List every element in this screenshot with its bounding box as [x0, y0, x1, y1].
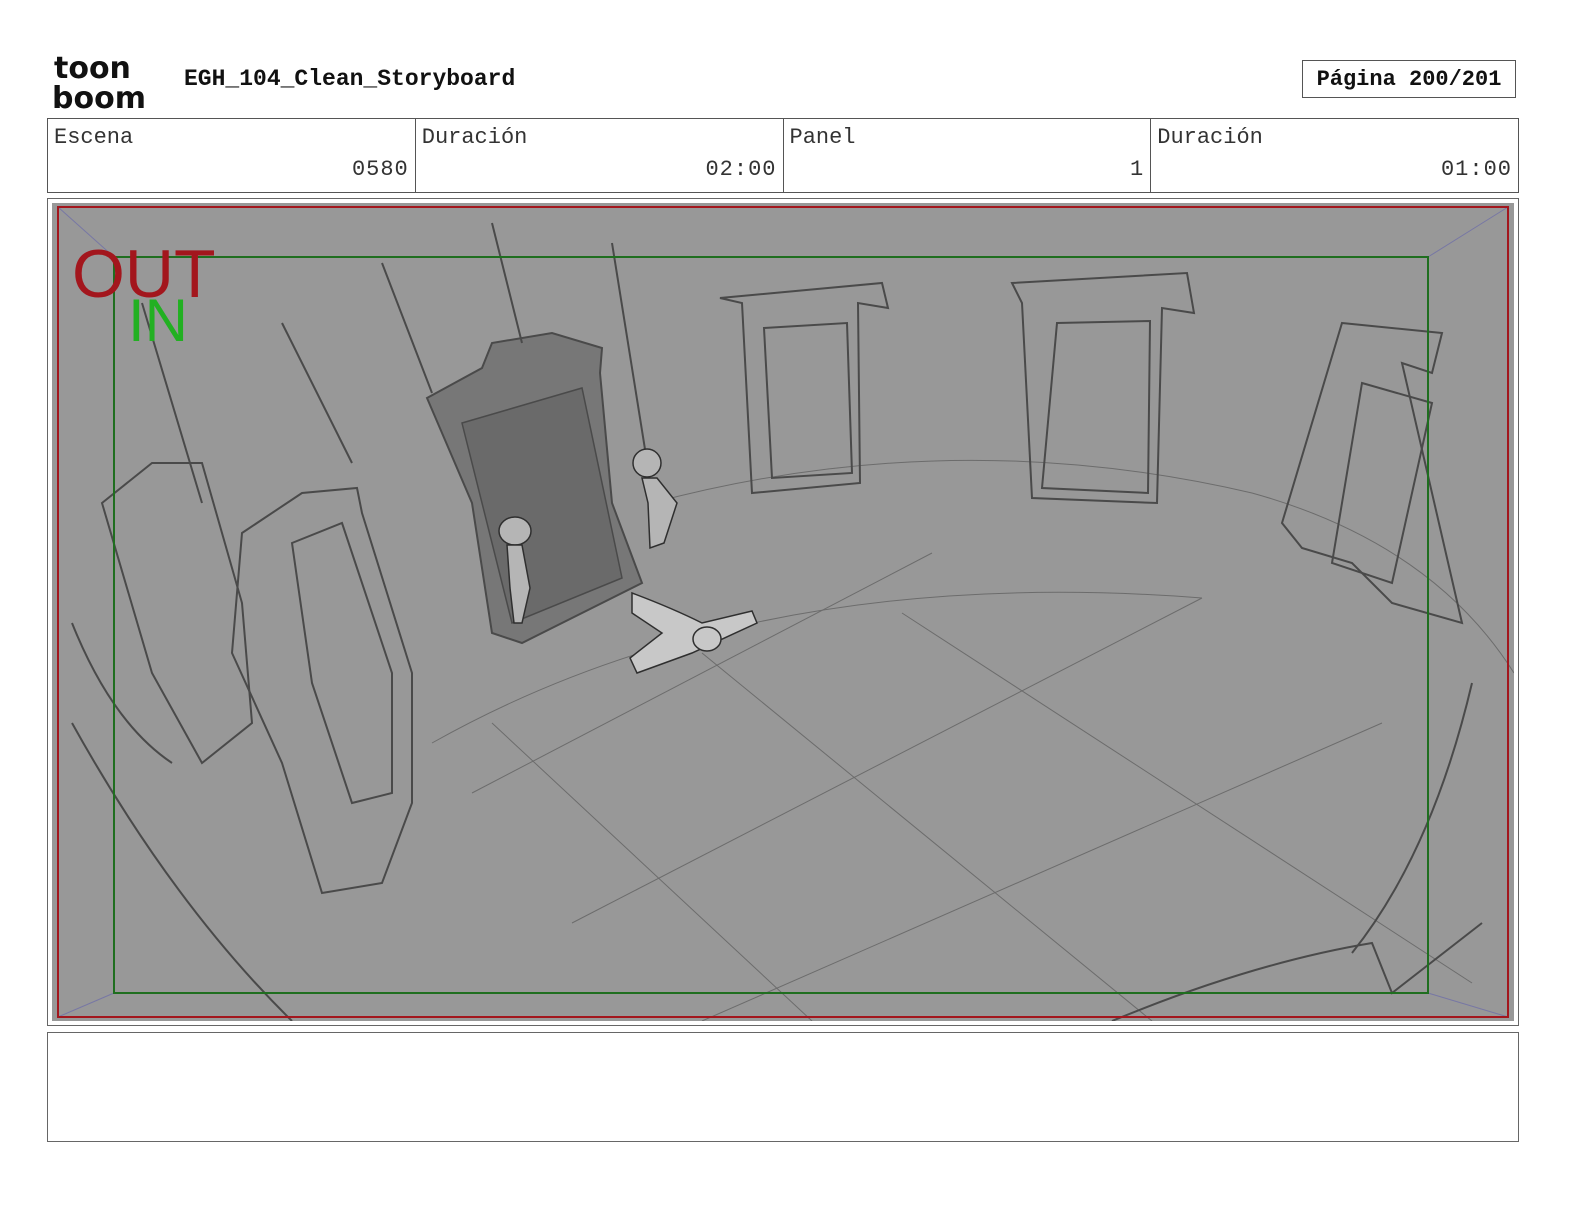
page-indicator: Página 200/201 [1302, 60, 1516, 98]
in-label: IN [128, 287, 188, 354]
scene-value: 0580 [351, 157, 409, 182]
info-cell-scene-duration: Duración 02:00 [416, 119, 784, 192]
panel-label: Panel [789, 125, 856, 150]
scene-info-row: Escena 0580 Duración 02:00 Panel 1 Durac… [47, 118, 1519, 193]
storyboard-panel-frame: OUT IN [47, 198, 1519, 1026]
scene-label: Escena [54, 125, 134, 150]
in-frame [113, 256, 1429, 994]
out-frame [57, 206, 1509, 1018]
logo-text-bottom: boom [52, 81, 146, 112]
info-cell-scene: Escena 0580 [48, 119, 416, 192]
page-label: Página [1316, 67, 1396, 92]
info-cell-panel: Panel 1 [784, 119, 1152, 192]
panel-duration-label: Duración [1157, 125, 1263, 150]
pillars-sketch [71, 222, 1483, 1021]
panel-notes-box[interactable] [47, 1032, 1519, 1142]
page-value: 200/201 [1409, 67, 1502, 92]
panel-value: 1 [1130, 157, 1145, 182]
camera-guides [57, 206, 1509, 1018]
dark-door-sketch [425, 331, 644, 645]
scene-duration-value: 02:00 [705, 157, 777, 182]
document-title: EGH_104_Clean_Storyboard [184, 66, 516, 92]
info-cell-panel-duration: Duración 01:00 [1151, 119, 1518, 192]
panel-sketch: OUT IN [57, 206, 1514, 1021]
background-doors-sketch [719, 271, 1464, 625]
toonboom-logo: toon boom [52, 51, 164, 116]
panel-duration-value: 01:00 [1440, 157, 1512, 182]
storyboard-panel-image: OUT IN [52, 203, 1514, 1021]
scene-duration-label: Duración [421, 125, 528, 150]
